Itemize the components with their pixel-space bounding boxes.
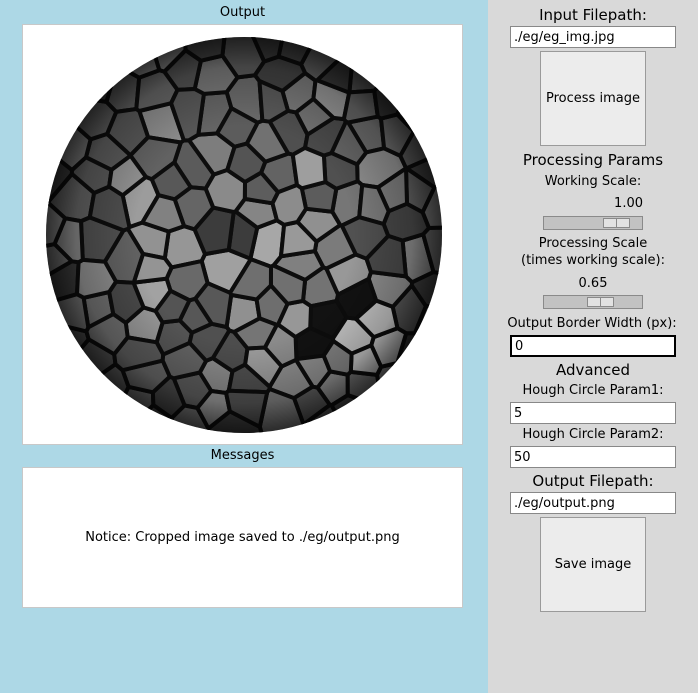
left-pane: Output Messages Notice: Cropped image sa…	[0, 0, 488, 693]
message-text: Notice: Cropped image saved to ./eg/outp…	[85, 530, 400, 545]
working-scale-label: Working Scale:	[544, 174, 642, 189]
messages-box: Notice: Cropped image saved to ./eg/outp…	[22, 467, 463, 608]
processing-scale-slider[interactable]	[543, 295, 643, 309]
controls-pane: Input Filepath: Process image Processing…	[488, 0, 698, 693]
output-filepath-field[interactable]	[510, 492, 676, 514]
process-image-button[interactable]: Process image	[540, 51, 646, 146]
hough-param2-label: Hough Circle Param2:	[522, 427, 664, 442]
border-width-label: Output Border Width (px):	[507, 316, 677, 331]
processing-params-heading: Processing Params	[522, 151, 664, 169]
input-filepath-label: Input Filepath:	[539, 6, 647, 24]
mosaic-cell	[395, 37, 442, 134]
save-image-button[interactable]: Save image	[540, 517, 646, 612]
output-canvas	[22, 24, 463, 445]
processing-scale-sublabel: (times working scale):	[521, 253, 665, 268]
hough-param2-field[interactable]	[510, 446, 676, 468]
working-scale-value: 1.00	[614, 196, 643, 211]
processing-scale-label: Processing Scale	[538, 236, 648, 251]
output-image	[46, 37, 442, 433]
output-filepath-label: Output Filepath:	[532, 472, 654, 490]
mosaic-cell	[375, 360, 442, 433]
input-filepath-field[interactable]	[510, 26, 676, 48]
output-label: Output	[219, 5, 266, 20]
messages-label: Messages	[210, 448, 275, 463]
working-scale-slider[interactable]	[543, 216, 643, 230]
mosaic-cell	[46, 37, 119, 104]
hough-param1-field[interactable]	[510, 402, 676, 424]
border-width-field[interactable]	[510, 335, 676, 357]
hough-param1-label: Hough Circle Param1:	[522, 383, 664, 398]
advanced-heading: Advanced	[555, 361, 631, 379]
processing-scale-value: 0.65	[578, 276, 608, 291]
working-scale-slider-handle[interactable]	[603, 218, 630, 228]
processing-scale-slider-handle[interactable]	[587, 297, 614, 307]
